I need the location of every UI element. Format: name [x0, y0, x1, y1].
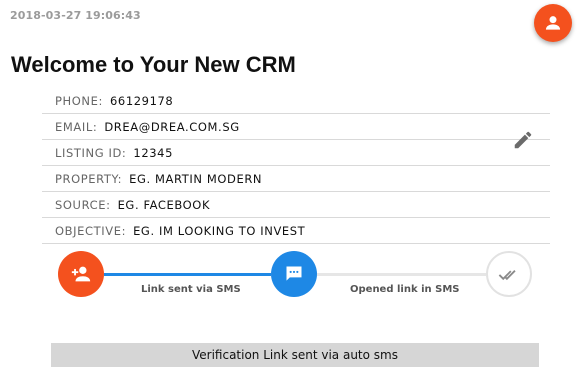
edit-button[interactable] — [510, 127, 536, 153]
step-opened-link-label: Opened link in SMS — [350, 284, 460, 295]
step-link-sent-label: Link sent via SMS — [141, 284, 241, 295]
source-value: EG. FACEBOOK — [117, 197, 211, 212]
phone-label: PHONE: — [55, 93, 103, 108]
status-text: Verification Link sent via auto sms — [191, 348, 398, 362]
step-link-sent[interactable] — [58, 251, 104, 297]
info-row-phone: PHONE: 66129178 — [42, 88, 550, 114]
page-title: Welcome to Your New CRM — [11, 52, 296, 77]
source-label: SOURCE: — [55, 197, 111, 212]
person-add-icon — [71, 266, 91, 282]
info-row-source: SOURCE: EG. FACEBOOK — [42, 192, 550, 218]
contact-info-list: PHONE: 66129178 EMAIL: DREA@DREA.COM.SG … — [42, 88, 550, 244]
step-verified[interactable] — [486, 251, 532, 297]
property-label: PROPERTY: — [55, 171, 123, 186]
timestamp: 2018-03-27 19:06:43 — [10, 9, 141, 22]
email-value: DREA@DREA.COM.SG — [104, 119, 240, 134]
property-value: EG. MARTIN MODERN — [129, 171, 263, 186]
person-icon — [545, 16, 561, 30]
email-label: EMAIL: — [55, 119, 98, 134]
progress-line-completed — [104, 273, 271, 276]
message-icon — [286, 266, 302, 281]
info-row-listing-id: LISTING ID: 12345 — [42, 140, 550, 166]
profile-button[interactable] — [534, 4, 572, 42]
double-check-icon — [498, 270, 516, 281]
objective-value: EG. IM LOOKING TO INVEST — [133, 223, 306, 238]
listing-id-value: 12345 — [133, 145, 173, 160]
info-row-property: PROPERTY: EG. MARTIN MODERN — [42, 166, 550, 192]
info-row-email: EMAIL: DREA@DREA.COM.SG — [42, 114, 550, 140]
objective-label: OBJECTIVE: — [55, 223, 127, 238]
status-banner: Verification Link sent via auto sms — [51, 343, 539, 367]
progress-stepper: Link sent via SMS Opened link in SMS — [0, 246, 582, 306]
pencil-icon — [514, 131, 532, 149]
step-opened-link[interactable] — [271, 251, 317, 297]
progress-line-pending — [317, 273, 486, 276]
listing-id-label: LISTING ID: — [55, 145, 127, 160]
info-row-objective: OBJECTIVE: EG. IM LOOKING TO INVEST — [42, 218, 550, 244]
phone-value: 66129178 — [109, 93, 174, 108]
